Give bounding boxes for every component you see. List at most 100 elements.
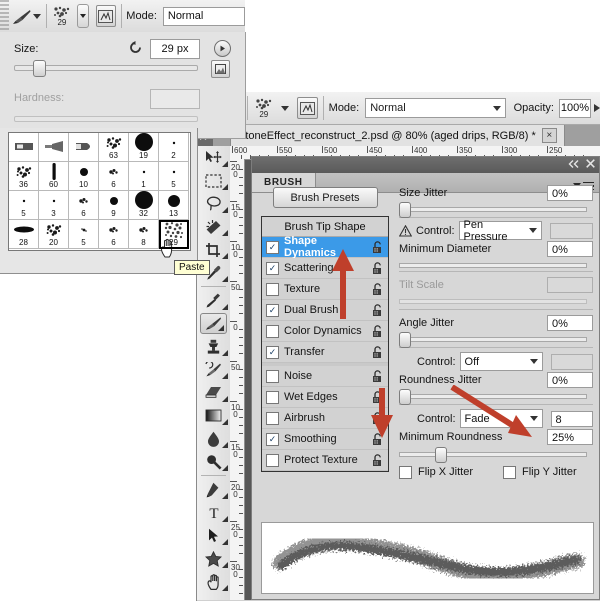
- clone-stamp-tool-icon[interactable]: [197, 335, 230, 358]
- checkbox-shape-dynamics[interactable]: ✓: [266, 240, 279, 254]
- minimum-roundness-value[interactable]: 25%: [547, 428, 593, 445]
- opacity-field[interactable]: 100%: [558, 98, 592, 118]
- brush-preset-cell[interactable]: 6: [99, 220, 129, 249]
- drag-grip[interactable]: [0, 0, 10, 32]
- brush-preset-cell[interactable]: [69, 133, 99, 162]
- lasso-tool-icon[interactable]: [197, 192, 230, 215]
- brush-preset-cell[interactable]: 63: [99, 133, 129, 162]
- brush-option-shape-dynamics[interactable]: ✓ Shape Dynamics: [262, 235, 388, 259]
- path-selection-tool-icon[interactable]: [197, 524, 230, 547]
- size-value-field[interactable]: 29 px: [150, 39, 200, 59]
- brush-preset-cell[interactable]: [9, 133, 39, 162]
- close-panel-icon[interactable]: [586, 159, 595, 171]
- lock-icon[interactable]: [372, 345, 384, 359]
- toggle-brush-panel-icon[interactable]: [96, 5, 116, 27]
- fade-steps-field[interactable]: 8: [550, 410, 593, 427]
- size-jitter-slider[interactable]: [399, 207, 587, 212]
- brush-preset-cell[interactable]: 10: [69, 162, 99, 191]
- minimum-roundness-slider[interactable]: [399, 452, 587, 457]
- lock-icon[interactable]: [372, 240, 384, 254]
- brush-preset-cell[interactable]: 13: [159, 191, 189, 220]
- roundness-jitter-slider-knob[interactable]: [399, 389, 411, 405]
- checkbox-protect-texture[interactable]: [266, 453, 279, 467]
- brush-preset-grid[interactable]: 63 19 2 36 60 10 6 1 5 5 3 6 9 32 13 28 20 5 6 8 29: [8, 132, 191, 251]
- brush-preset-cell[interactable]: 19: [129, 133, 159, 162]
- brush-option-protect-texture[interactable]: Protect Texture: [262, 450, 388, 471]
- brush-option-dual-brush[interactable]: ✓ Dual Brush: [262, 300, 388, 321]
- checkbox-transfer[interactable]: ✓: [266, 345, 279, 359]
- brush-option-noise[interactable]: Noise: [262, 363, 388, 387]
- toggle-brush-panel-icon[interactable]: [296, 97, 318, 119]
- brush-preset-cell[interactable]: 3: [39, 191, 69, 220]
- brush-presets-button[interactable]: Brush Presets: [272, 187, 378, 208]
- opacity-flyout-arrow-icon[interactable]: [594, 104, 600, 112]
- checkbox-airbrush[interactable]: [266, 411, 279, 425]
- flip-x-jitter-checkbox[interactable]: [399, 465, 412, 479]
- brush-preset-chevron-down-icon[interactable]: [32, 13, 41, 19]
- blend-mode-select[interactable]: Normal: [365, 98, 506, 118]
- roundness-jitter-value[interactable]: 0%: [547, 371, 593, 388]
- brush-preset-cell[interactable]: 5: [9, 191, 39, 220]
- brush-option-color-dynamics[interactable]: Color Dynamics: [262, 321, 388, 342]
- blur-tool-icon[interactable]: [197, 427, 230, 450]
- lock-icon[interactable]: [372, 369, 384, 383]
- brush-panel-dropdown-button[interactable]: [77, 4, 90, 28]
- flip-y-jitter-checkbox[interactable]: [503, 465, 517, 479]
- magic-wand-tool-icon[interactable]: [197, 215, 230, 238]
- size-slider-knob[interactable]: [33, 60, 46, 77]
- dodge-tool-icon[interactable]: [197, 450, 230, 473]
- lock-icon[interactable]: [372, 303, 384, 317]
- eraser-tool-icon[interactable]: [197, 381, 230, 404]
- custom-shape-tool-icon[interactable]: [197, 547, 230, 570]
- angle-jitter-slider[interactable]: [399, 337, 587, 342]
- minimum-diameter-value[interactable]: 0%: [547, 240, 593, 257]
- brush-preview-thumbnail[interactable]: 29: [52, 3, 72, 29]
- angle-jitter-slider-knob[interactable]: [399, 332, 411, 348]
- size-jitter-value[interactable]: 0%: [547, 185, 593, 201]
- minimum-diameter-slider[interactable]: [399, 263, 587, 268]
- brush-preset-cell[interactable]: 6: [69, 191, 99, 220]
- hand-tool-icon[interactable]: [197, 570, 230, 593]
- angle-jitter-value[interactable]: 0%: [547, 314, 593, 331]
- checkbox-dual-brush[interactable]: ✓: [266, 303, 279, 317]
- blend-mode-field[interactable]: Normal: [162, 6, 245, 26]
- checkbox-noise[interactable]: [266, 369, 279, 383]
- brush-panel-titlebar[interactable]: [252, 157, 599, 173]
- brush-preset-cell[interactable]: 5: [69, 220, 99, 249]
- brush-preset-cell[interactable]: 29: [159, 220, 189, 249]
- brush-preset-cell[interactable]: 28: [9, 220, 39, 249]
- brush-option-scattering[interactable]: ✓ Scattering: [262, 258, 388, 279]
- brush-preset-cell[interactable]: 9: [99, 191, 129, 220]
- brush-tool-icon[interactable]: [9, 3, 33, 29]
- options-bar-right[interactable]: 29 Mode: Normal Opacity: 100%: [196, 92, 600, 125]
- lock-icon[interactable]: [372, 453, 384, 467]
- toolbox[interactable]: T: [197, 146, 231, 600]
- brush-preview-thumbnail[interactable]: 29: [253, 95, 275, 121]
- pen-tool-icon[interactable]: [197, 478, 230, 501]
- document-tab[interactable]: StoneEffect_reconstruct_2.psd @ 80% (age…: [230, 124, 565, 146]
- healing-brush-tool-icon[interactable]: [197, 289, 230, 312]
- brush-preset-cell[interactable]: 32: [129, 191, 159, 220]
- gradient-tool-icon[interactable]: [197, 404, 230, 427]
- brush-preset-cell[interactable]: [39, 133, 69, 162]
- checkbox-scattering[interactable]: ✓: [266, 261, 279, 275]
- brush-preset-cell[interactable]: 20: [39, 220, 69, 249]
- collapse-panel-icon[interactable]: [568, 159, 580, 171]
- brush-option-texture[interactable]: Texture: [262, 279, 388, 300]
- size-jitter-control-select[interactable]: Pen Pressure: [458, 219, 543, 243]
- size-jitter-slider-knob[interactable]: [399, 202, 411, 218]
- new-preset-icon[interactable]: [211, 60, 230, 78]
- play-circle-icon[interactable]: [214, 40, 231, 57]
- brush-tool-icon[interactable]: [200, 313, 227, 334]
- brush-tip-shape-header[interactable]: Brush Tip Shape: [262, 217, 388, 237]
- angle-jitter-control-select[interactable]: Off: [459, 352, 543, 371]
- move-tool-icon[interactable]: [197, 146, 230, 169]
- checkbox-texture[interactable]: [266, 282, 279, 296]
- rectangular-marquee-tool-icon[interactable]: [197, 169, 230, 192]
- history-brush-tool-icon[interactable]: [197, 358, 230, 381]
- brush-preset-cell[interactable]: 5: [159, 162, 189, 191]
- options-bar-left[interactable]: 29 Mode: Normal: [0, 0, 245, 33]
- brush-option-transfer[interactable]: ✓ Transfer: [262, 342, 388, 363]
- type-tool-icon[interactable]: T: [197, 501, 230, 524]
- checkbox-wet-edges[interactable]: [266, 390, 279, 404]
